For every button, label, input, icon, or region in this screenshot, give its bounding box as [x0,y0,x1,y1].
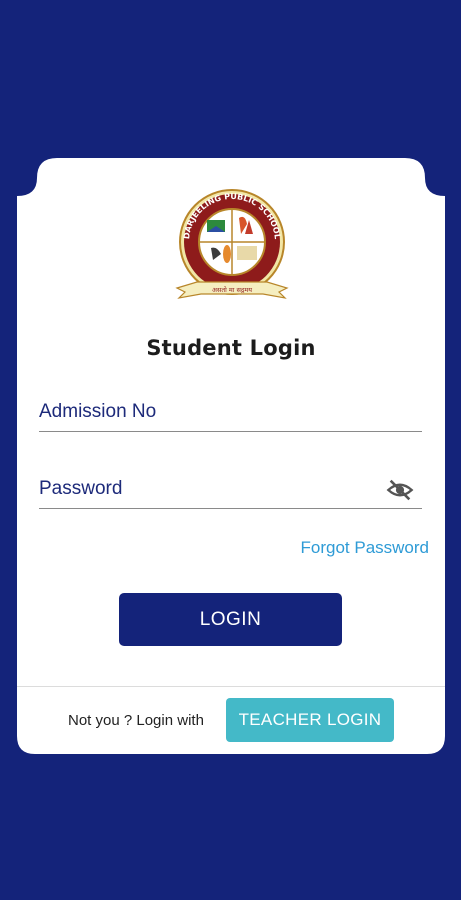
teacher-login-button[interactable]: TEACHER LOGIN [226,698,394,742]
password-label: Password [39,478,123,499]
password-field[interactable]: Password [39,472,422,509]
school-logo: DARJEELING PUBLIC SCHOOL असतो मा सद्गमय [175,189,289,299]
eye-off-icon[interactable] [386,476,414,504]
divider [17,686,445,687]
forgot-password-link[interactable]: Forgot Password [301,538,430,558]
logo-motto: असतो मा सद्गमय [212,286,252,294]
login-card: DARJEELING PUBLIC SCHOOL असतो मा सद्गमय … [17,158,445,754]
login-button[interactable]: LOGIN [119,593,342,646]
page-title: Student Login [146,336,316,360]
not-you-text: Not you ? Login with [68,712,204,729]
admission-no-field[interactable]: Admission No [39,395,422,432]
admission-no-label: Admission No [39,401,157,422]
